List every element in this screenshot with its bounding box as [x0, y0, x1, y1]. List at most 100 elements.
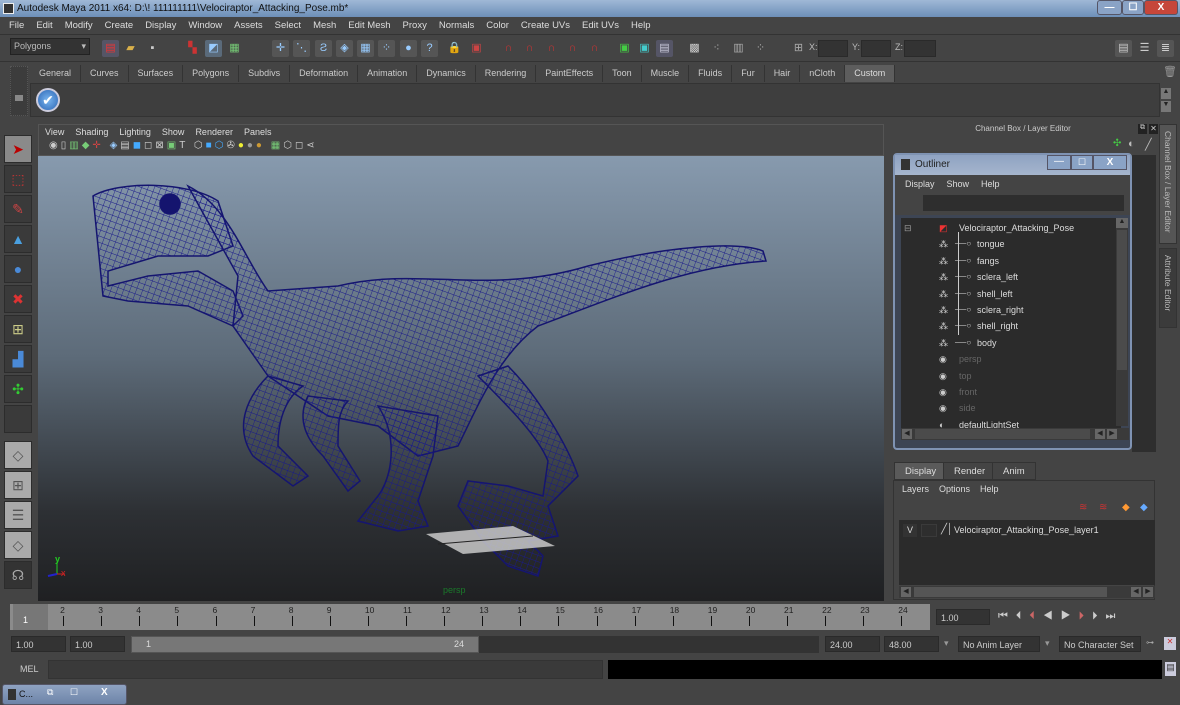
playback-start-field[interactable]: 1.00 [70, 636, 125, 652]
go-to-start-icon[interactable]: ⏮ [998, 610, 1016, 622]
layer-name[interactable]: Velociraptor_Attacking_Pose_layer1 [954, 525, 1099, 535]
current-time-field[interactable]: 1.00 [936, 609, 990, 625]
outliner-persp-layout-icon[interactable]: ☰ [4, 501, 32, 529]
z-field[interactable] [904, 40, 936, 57]
new-layer-icon[interactable]: ≋ [1099, 502, 1107, 513]
menu-edit-mesh[interactable]: Edit Mesh [342, 20, 396, 31]
shadows-icon[interactable]: ● [247, 140, 256, 151]
outliner-item[interactable]: ◉ side [901, 400, 1116, 416]
menu-edit[interactable]: Edit [30, 20, 58, 31]
shelf-tab-fluids[interactable]: Fluids [689, 65, 733, 82]
select-tool-icon[interactable]: ➤ [4, 135, 32, 163]
tool-settings-toggle-icon[interactable]: ☰ [1136, 40, 1153, 57]
menu-file[interactable]: File [3, 20, 30, 31]
animation-preferences-icon[interactable]: ✕ [1164, 637, 1176, 650]
menu-edit-uvs[interactable]: Edit UVs [576, 20, 625, 31]
menu-modify[interactable]: Modify [59, 20, 99, 31]
bookmark-icon[interactable]: ▥ [69, 140, 81, 151]
paint-select-tool-icon[interactable]: ✎ [4, 195, 32, 223]
menu-window[interactable]: Window [182, 20, 228, 31]
outliner-menu-help[interactable]: Help [981, 179, 1000, 189]
menu-select[interactable]: Select [269, 20, 307, 31]
use-all-lights-icon[interactable]: ● [238, 140, 247, 151]
magnet-icon-2[interactable]: ∩ [521, 40, 538, 57]
viewport-persp[interactable]: y x persp [38, 156, 884, 601]
select-component-icon[interactable]: ▦ [226, 40, 243, 57]
new-scene-icon[interactable]: ▤ [102, 40, 119, 57]
layer-scroll-left-icon[interactable]: ◀ [901, 587, 911, 597]
shelf-tab-polygons[interactable]: Polygons [183, 65, 240, 82]
viewport-menu-lighting[interactable]: Lighting [119, 127, 151, 137]
close-button[interactable]: X [1144, 0, 1178, 15]
magnet-icon-4[interactable]: ∩ [564, 40, 581, 57]
scale-tool-icon[interactable]: ✖ [4, 285, 32, 313]
viewport-menu-view[interactable]: View [45, 127, 64, 137]
step-back-key-icon[interactable]: ⏴ [1029, 610, 1043, 622]
lock-icon[interactable]: 🔒 [446, 40, 463, 57]
outliner-horizontal-scrollbar[interactable]: ◀ ◀ ▶ [901, 428, 1129, 440]
new-layer-from-selection-icon[interactable]: ◆ [1122, 502, 1130, 513]
menu-create[interactable]: Create [99, 20, 140, 31]
outliner-filter-input[interactable] [923, 195, 1124, 211]
four-view-layout-icon[interactable]: ⊞ [4, 471, 32, 499]
isolate-select-icon[interactable]: ▦ [271, 140, 283, 151]
move-tool-icon[interactable]: ▲ [4, 225, 32, 253]
wireframe-icon[interactable]: ⬡ [194, 140, 206, 151]
shelf-tab-rendering[interactable]: Rendering [475, 65, 537, 82]
outliner-item[interactable]: ⁂ ──○ shell_right [901, 318, 1116, 334]
hq-render-icon[interactable]: ● [256, 140, 265, 151]
shelf-tab-general[interactable]: General [30, 65, 82, 82]
rotate-tool-icon[interactable]: ● [4, 255, 32, 283]
layer-menu-help[interactable]: Help [980, 484, 999, 494]
tab-attribute-editor[interactable]: Attribute Editor [1159, 248, 1177, 328]
step-forward-frame-icon[interactable]: ⏵ [1092, 610, 1106, 622]
layer-tab-display[interactable]: Display [894, 462, 948, 480]
shelf-scroll-up-icon[interactable]: ▲ [1161, 88, 1171, 99]
play-forwards-icon[interactable]: ▶ [1061, 610, 1079, 622]
playback-end-field[interactable]: 24.00 [825, 636, 880, 652]
script-editor-icon[interactable]: ▤ [1165, 662, 1176, 676]
range-slider-bar[interactable]: 1 24 [131, 636, 479, 653]
snap-point-icon[interactable]: Ƨ [315, 40, 332, 57]
outliner-item[interactable]: ◉ persp [901, 351, 1116, 367]
maximize-icon[interactable]: ☐ [70, 687, 78, 698]
y-field[interactable] [861, 40, 891, 57]
outliner-item[interactable]: ⁂ ──○ sclera_left [901, 269, 1116, 285]
snap-mesh-icon[interactable]: ● [400, 40, 417, 57]
restore-icon[interactable]: ⧉ [47, 687, 53, 698]
clapboard-icon[interactable]: ▥ [730, 40, 747, 57]
grid-icon[interactable]: ◈ [110, 140, 121, 151]
soft-modification-icon[interactable]: ▟ [4, 345, 32, 373]
shelf-tab-custom[interactable]: Custom [845, 65, 896, 82]
new-layer-selected-icon[interactable]: ≋ [1079, 502, 1087, 513]
field-chart-icon[interactable]: ⊠ [155, 140, 166, 151]
layer-scroll-left-icon-2[interactable]: ◀ [1131, 587, 1141, 597]
scroll-thumb[interactable] [1117, 230, 1127, 370]
xray-icon[interactable]: ⬡ [283, 140, 295, 151]
tab-channel-box[interactable]: Channel Box / Layer Editor [1159, 124, 1177, 244]
snap-grid-icon[interactable]: ✛ [272, 40, 289, 57]
minimize-button[interactable]: — [1097, 0, 1122, 15]
single-perspective-layout-icon[interactable]: ◇ [4, 441, 32, 469]
layer-tab-render[interactable]: Render [943, 462, 997, 480]
outliner-maximize-button[interactable]: ☐ [1071, 155, 1093, 170]
checkmark-shelf-icon[interactable]: ✔ [36, 88, 60, 112]
shelf-tab-ncloth[interactable]: nCloth [800, 65, 846, 82]
universal-manipulator-icon[interactable]: ⊞ [4, 315, 32, 343]
outliner-close-button[interactable]: X [1093, 155, 1127, 170]
viewport-menu-show[interactable]: Show [162, 127, 185, 137]
menu-create-uvs[interactable]: Create UVs [515, 20, 576, 31]
mel-input[interactable] [48, 660, 603, 679]
input-ops-icon[interactable]: ▣ [468, 40, 485, 57]
key-icon[interactable]: ⊶ [1146, 638, 1154, 647]
time-slider[interactable]: 123456789101112131415161718192021222324 … [10, 604, 930, 630]
lasso-tool-icon[interactable]: ⬚ [4, 165, 32, 193]
camera-icon[interactable]: ◉ [49, 140, 61, 151]
snap-view-plane-icon[interactable]: ◈ [336, 40, 353, 57]
layer-h-scroll-thumb[interactable] [914, 587, 1107, 597]
show-manipulator-icon[interactable]: ✣ [4, 375, 32, 403]
new-empty-layer-icon[interactable]: ◆ [1140, 502, 1148, 513]
scroll-up-icon[interactable]: ▲ [1116, 218, 1128, 228]
safe-title-icon[interactable]: T [179, 140, 188, 151]
menu-set-dropdown[interactable]: Polygons ▾ [10, 38, 90, 55]
